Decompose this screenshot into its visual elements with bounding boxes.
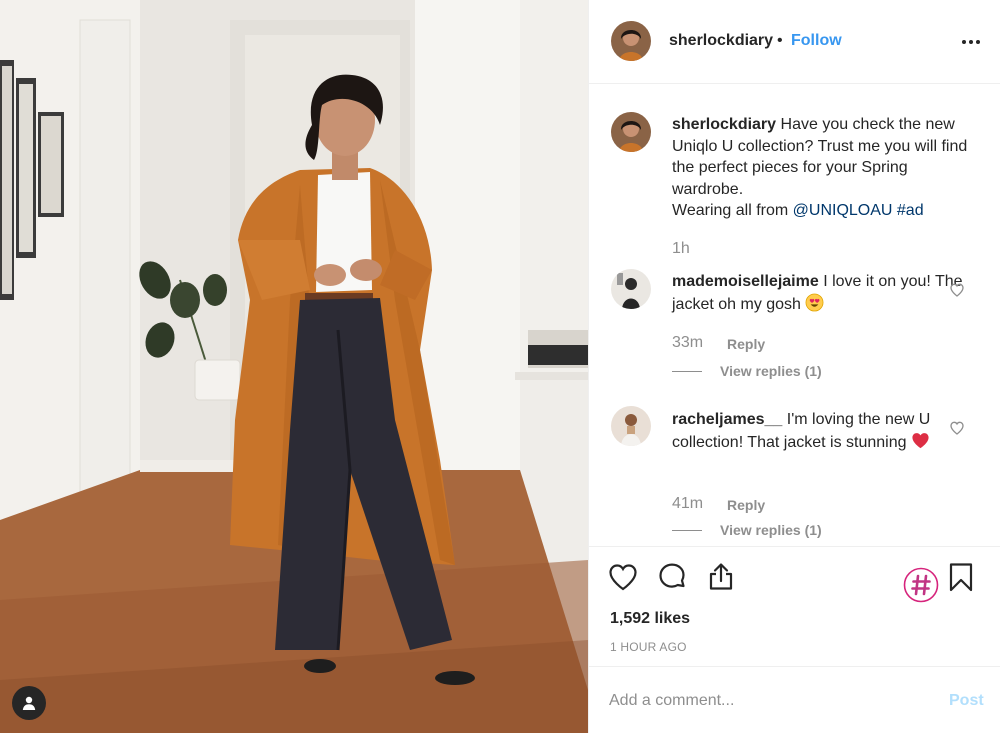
post-header: sherlockdiary • Follow [589,0,1000,84]
add-comment-bar: Post [589,666,1000,733]
post-actions: 1,592 likes 1 HOUR AGO [589,546,1000,666]
like-button[interactable] [607,561,639,593]
comment-timestamp[interactable]: 33m [672,334,703,352]
hashtag-icon [903,567,939,603]
share-icon [709,563,733,590]
hashtag-link[interactable]: #ad [897,202,924,219]
comment-timestamp[interactable]: 41m [672,495,703,513]
caption-line2-prefix: Wearing all from [672,202,793,219]
reply-button[interactable]: Reply [727,497,765,513]
like-comment-heart-icon[interactable] [949,282,965,298]
like-comment-heart-icon[interactable] [949,420,965,436]
mention-link[interactable]: @UNIQLOAU [793,202,893,219]
more-horizontal-icon [961,31,982,49]
heart-eyes-emoji [805,293,824,311]
comment-username[interactable]: racheljames__ [672,411,782,428]
view-replies-line [672,529,702,531]
comment-username[interactable]: mademoisellejaime [672,273,819,290]
view-replies-line [672,370,702,372]
view-replies-button[interactable]: View replies (1) [672,363,822,379]
post-time-ago[interactable]: 1 HOUR AGO [610,640,687,654]
caption-timestamp[interactable]: 1h [672,240,690,258]
commenter-avatar[interactable] [611,269,651,309]
author-username[interactable]: sherlockdiary [669,32,773,50]
post-comment-button[interactable]: Post [949,692,984,710]
comment-button[interactable] [656,561,688,593]
commenter-avatar[interactable] [611,406,651,446]
post-side-panel: sherlockdiary • Follow sherlockdiary Hav… [588,0,1000,733]
user-tag-button[interactable] [12,686,46,720]
separator-dot: • [777,32,783,49]
add-comment-input[interactable] [609,687,929,715]
comment-text: mademoisellejaime I love it on you! The … [672,271,972,315]
caption-text: sherlockdiary Have you check the new Uni… [672,114,972,222]
caption-avatar[interactable] [611,112,651,152]
likes-count[interactable]: 1,592 likes [610,610,690,628]
view-replies-label: View replies (1) [720,522,822,538]
bookmark-icon [949,563,973,592]
reply-button[interactable]: Reply [727,336,765,352]
user-tag-icon [22,696,36,710]
save-button[interactable] [945,561,977,593]
hashtag-button[interactable] [903,567,939,603]
follow-button[interactable]: Follow [791,32,842,50]
caption-username[interactable]: sherlockdiary [672,116,776,133]
red-heart-emoji [912,432,929,448]
view-replies-button[interactable]: View replies (1) [672,522,822,538]
author-avatar[interactable] [611,21,651,61]
share-button[interactable] [705,561,737,593]
comment-text: racheljames__ I'm loving the new U colle… [672,409,972,453]
view-replies-label: View replies (1) [720,363,822,379]
heart-icon [609,564,637,591]
comment-icon [659,563,685,588]
comments-section: sherlockdiary Have you check the new Uni… [589,84,1000,546]
woman-in-orange-coat-image [0,0,588,733]
more-options-button[interactable] [957,26,985,54]
post-photo[interactable] [0,0,588,733]
